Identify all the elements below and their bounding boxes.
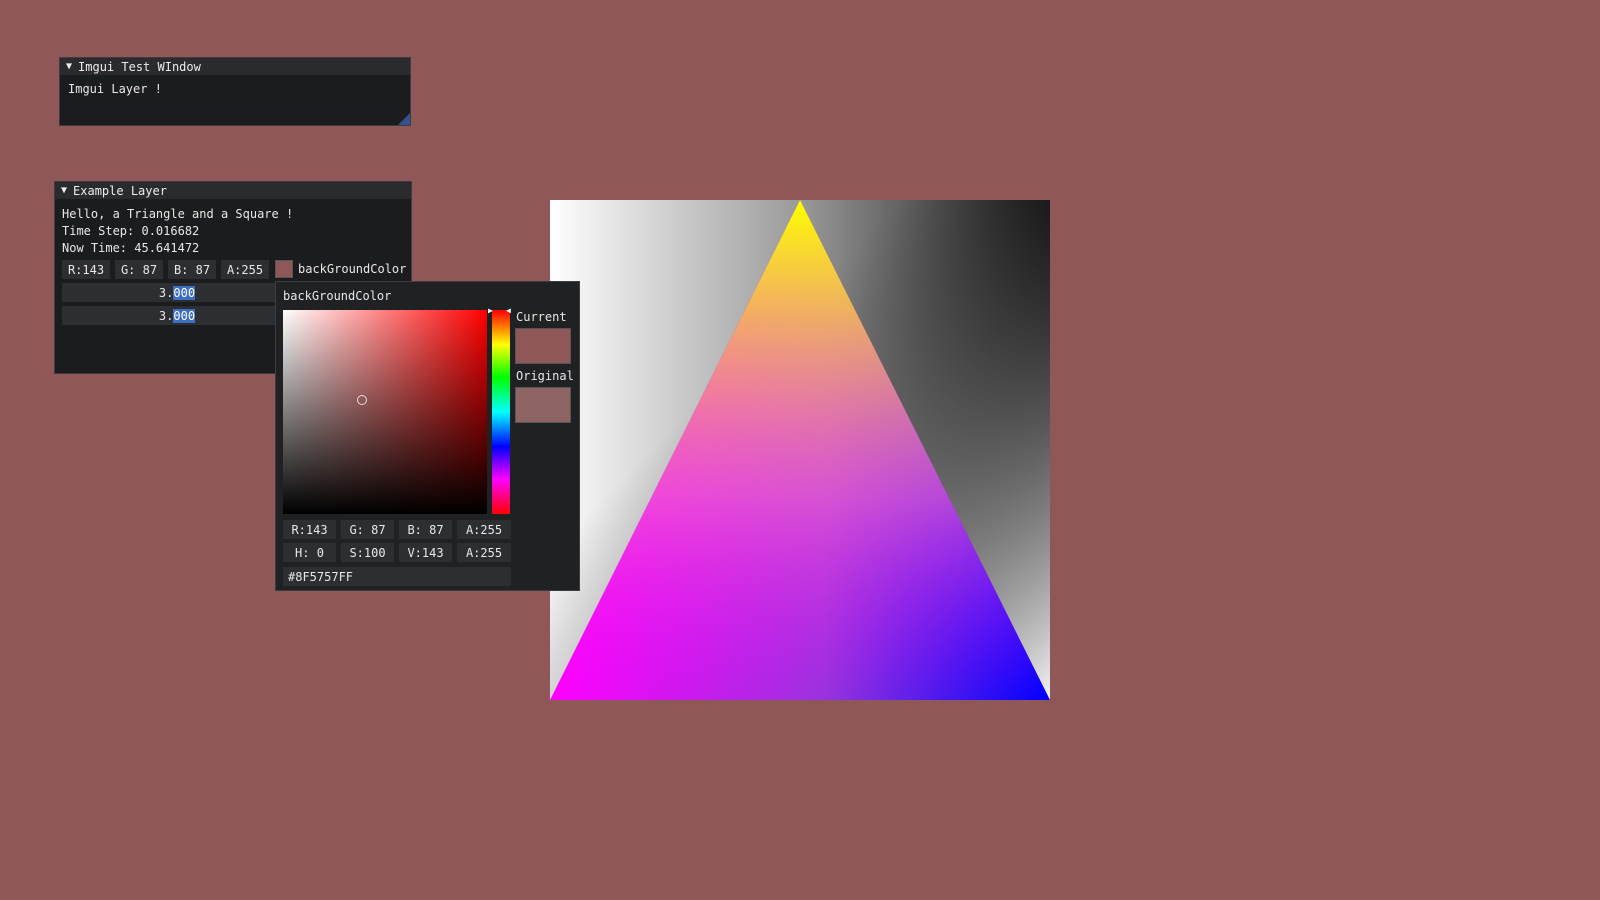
now-time-text: Now Time: 45.641472 — [62, 241, 200, 255]
time-step-text: Time Step: 0.016682 — [62, 224, 200, 238]
original-label: Original — [516, 369, 574, 383]
slider-2-value-selected: 000 — [173, 308, 196, 323]
example-layer-title: Example Layer — [73, 183, 167, 198]
picker-field-r[interactable]: R:143 — [283, 520, 336, 539]
hex-value: #8F5757FF — [288, 569, 354, 584]
picker-field-a2[interactable]: A:255 — [457, 543, 511, 562]
color-picker-title: backGroundColor — [283, 289, 392, 303]
hue-bar[interactable] — [492, 310, 510, 514]
collapse-arrow-icon[interactable]: ▼ — [61, 185, 67, 196]
background-color-label: backGroundColor — [298, 262, 407, 276]
current-color-preview — [515, 328, 571, 364]
color-picker-popup: backGroundColor ▶ ◀ Current Original R:1… — [275, 281, 580, 591]
picker-field-a[interactable]: A:255 — [457, 520, 511, 539]
imgui-test-window-titlebar[interactable]: ▼ Imgui Test WIndow — [60, 58, 410, 75]
imgui-test-window-title: Imgui Test WIndow — [78, 59, 201, 74]
slider-2-value-pre: 3. — [158, 308, 174, 323]
color-field-b[interactable]: B: 87 — [168, 260, 216, 279]
slider-1-value-selected: 000 — [173, 285, 196, 300]
color-field-g[interactable]: G: 87 — [115, 260, 163, 279]
hello-text: Hello, a Triangle and a Square ! — [62, 207, 294, 221]
render-canvas — [550, 200, 1050, 700]
resize-grip-icon[interactable] — [398, 113, 410, 125]
collapse-arrow-icon[interactable]: ▼ — [66, 61, 72, 72]
example-layer-titlebar[interactable]: ▼ Example Layer — [55, 182, 411, 199]
color-field-a[interactable]: A:255 — [221, 260, 269, 279]
float-slider-1[interactable]: 3. 000 — [62, 283, 292, 302]
saturation-value-square[interactable] — [283, 310, 487, 514]
picker-field-g[interactable]: G: 87 — [341, 520, 394, 539]
picker-field-b[interactable]: B: 87 — [399, 520, 452, 539]
picker-field-v[interactable]: V:143 — [399, 543, 452, 562]
picker-field-h[interactable]: H: 0 — [283, 543, 336, 562]
hex-input[interactable]: #8F5757FF — [283, 567, 511, 586]
slider-1-value-pre: 3. — [158, 285, 174, 300]
original-color-preview[interactable] — [515, 387, 571, 423]
hue-marker-right-icon[interactable]: ◀ — [506, 306, 511, 315]
hue-marker-left-icon[interactable]: ▶ — [488, 306, 493, 315]
imgui-layer-text: Imgui Layer ! — [68, 82, 162, 96]
sv-cursor-icon[interactable] — [357, 395, 367, 405]
picker-field-s[interactable]: S:100 — [341, 543, 394, 562]
imgui-test-window: ▼ Imgui Test WIndow Imgui Layer ! — [59, 57, 411, 126]
float-slider-2[interactable]: 3. 000 — [62, 306, 292, 325]
color-field-r[interactable]: R:143 — [62, 260, 110, 279]
color-swatch-button[interactable] — [275, 260, 293, 278]
current-label: Current — [516, 310, 567, 324]
